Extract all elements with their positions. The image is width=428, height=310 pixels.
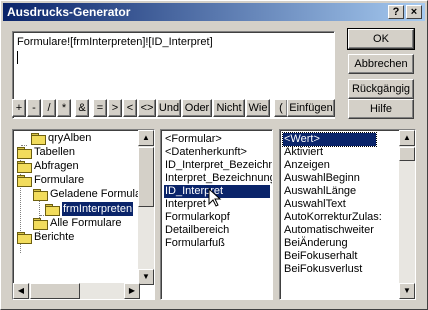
operator-or-button[interactable]: Oder: [182, 99, 212, 117]
list-item[interactable]: <Formular>: [164, 133, 223, 146]
list-item[interactable]: BeiFokusverlust: [283, 263, 363, 276]
ok-button[interactable]: OK: [347, 28, 415, 50]
operator-notequal-button[interactable]: <>: [138, 99, 156, 117]
property-list[interactable]: <Wert> Aktiviert Anzeigen AuswahlBeginn …: [279, 129, 416, 300]
operator-minus-button[interactable]: -: [27, 99, 41, 117]
expression-text: Formulare![frmInterpreten]![ID_Interpret…: [17, 36, 213, 48]
scroll-up-icon[interactable]: ▲: [399, 130, 415, 146]
help-button[interactable]: Hilfe: [348, 99, 414, 119]
scroll-down-icon[interactable]: ▼: [399, 283, 415, 299]
scroll-left-icon[interactable]: ◀: [13, 283, 29, 299]
list-item[interactable]: <Datenherkunft>: [164, 146, 248, 159]
list-item-selected[interactable]: <Wert>: [282, 132, 377, 147]
list-item[interactable]: Interpret_Bezeichnung: [164, 172, 272, 185]
field-list[interactable]: <Formular> <Datenherkunft> ID_Interpret_…: [160, 129, 273, 300]
list-item[interactable]: BeiFokuserhalt: [283, 250, 358, 263]
folder-plus-icon: [33, 218, 48, 230]
operator-like-button[interactable]: Wie: [246, 99, 270, 117]
list-item[interactable]: AuswahlBeginn: [283, 172, 361, 185]
list-item[interactable]: BeiÄnderung: [283, 237, 349, 250]
list-item[interactable]: ID_Interpret_Bezeichnu: [164, 159, 272, 172]
operator-concat-button[interactable]: &: [75, 99, 89, 117]
expression-builder-window: Ausdrucks-Generator ? × Formulare![frmIn…: [0, 0, 428, 310]
scroll-right-icon[interactable]: ▶: [124, 283, 140, 299]
scroll-down-icon[interactable]: ▼: [138, 269, 154, 285]
list-item[interactable]: Interpret: [164, 198, 207, 211]
list-item[interactable]: Formularkopf: [164, 211, 231, 224]
undo-button[interactable]: Rückgängig: [348, 79, 414, 99]
folder-plus-icon: [17, 147, 32, 159]
operator-plus-button[interactable]: +: [12, 99, 26, 117]
scroll-thumb[interactable]: [30, 283, 80, 299]
list-item[interactable]: Detailbereich: [164, 224, 230, 237]
object-tree[interactable]: qryAlben Tabellen Abfragen Formulare Gel…: [12, 129, 155, 300]
operator-less-button[interactable]: <: [123, 99, 137, 117]
folder-open-icon: [45, 204, 60, 216]
tree-vertical-scrollbar[interactable]: ▲ ▼: [138, 130, 154, 285]
text-caret: [17, 51, 18, 64]
operator-greater-button[interactable]: >: [108, 99, 122, 117]
paste-button[interactable]: Einfügen: [287, 99, 335, 117]
list-item[interactable]: AutoKorrekturZulas:: [283, 211, 383, 224]
list-item[interactable]: Automatischweiter: [283, 224, 375, 237]
operator-not-button[interactable]: Nicht: [213, 99, 245, 117]
folder-plus-icon: [17, 161, 32, 173]
close-icon[interactable]: ×: [406, 5, 422, 19]
folder-minus-icon: [17, 175, 32, 187]
window-title: Ausdrucks-Generator: [7, 5, 131, 19]
operator-equals-button[interactable]: =: [93, 99, 107, 117]
folder-icon: [31, 133, 46, 145]
list-item[interactable]: Formularfuß: [164, 237, 226, 250]
title-bar: Ausdrucks-Generator ? ×: [3, 3, 425, 21]
mouse-pointer-icon: [208, 188, 222, 207]
list-item[interactable]: AuswahlText: [283, 198, 347, 211]
operator-divide-button[interactable]: /: [42, 99, 56, 117]
scroll-thumb[interactable]: [399, 147, 415, 161]
list-item[interactable]: Aktiviert: [283, 146, 324, 159]
operator-open-paren-button[interactable]: (: [274, 99, 288, 117]
folder-plus-icon: [17, 232, 32, 244]
list-item[interactable]: Anzeigen: [283, 159, 331, 172]
tree-horizontal-scrollbar[interactable]: ◀ ▶: [13, 283, 140, 299]
operator-and-button[interactable]: Und: [157, 99, 181, 117]
cancel-button[interactable]: Abbrechen: [348, 54, 414, 74]
help-title-button[interactable]: ?: [388, 5, 404, 19]
scroll-up-icon[interactable]: ▲: [138, 130, 154, 146]
property-vertical-scrollbar[interactable]: ▲ ▼: [399, 130, 415, 299]
operator-multiply-button[interactable]: *: [57, 99, 71, 117]
folder-minus-icon: [33, 189, 48, 201]
scroll-thumb[interactable]: [138, 147, 154, 207]
list-item[interactable]: AuswahlLänge: [283, 185, 357, 198]
